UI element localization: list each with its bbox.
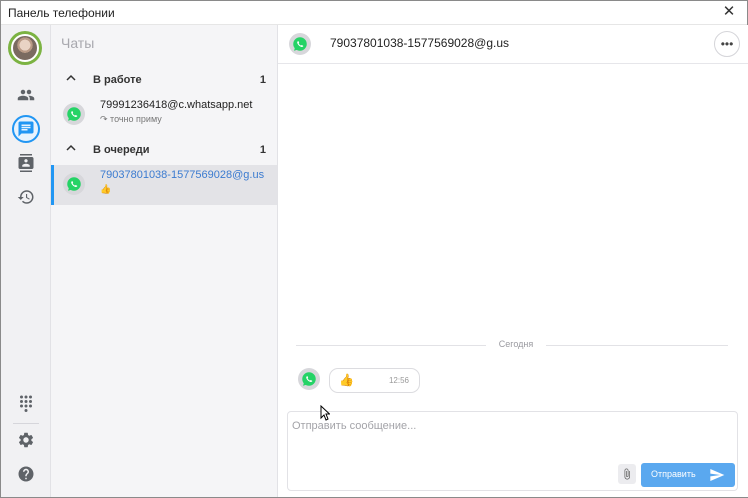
history-button[interactable] <box>12 183 40 211</box>
close-button[interactable]: ✕ <box>721 4 737 20</box>
more-options-button[interactable]: ••• <box>714 31 740 57</box>
app-window: Панель телефонии ✕ Чаты В работе 1 79991… <box>0 0 748 498</box>
paperclip-icon <box>624 468 630 480</box>
address-book-button[interactable] <box>12 149 40 177</box>
chat-last-message: 👍 <box>100 184 112 194</box>
message-input-placeholder: Отправить сообщение... <box>292 420 417 432</box>
day-separator: Сегодня <box>296 338 728 352</box>
window-title: Панель телефонии <box>8 6 115 20</box>
chat-name: 79991236418@c.whatsapp.net <box>100 99 253 111</box>
conversation-title: 79037801038-1577569028@g.us <box>330 36 510 50</box>
group-count: 1 <box>259 144 266 156</box>
dialpad-button[interactable] <box>12 389 40 417</box>
chat-name: 79037801038-1577569028@g.us <box>100 169 265 181</box>
contact-card-icon <box>18 154 34 172</box>
chat-icon <box>18 121 34 137</box>
whatsapp-icon <box>63 173 85 195</box>
help-button[interactable] <box>12 460 40 488</box>
chats-panel: Чаты В работе 1 79991236418@c.whatsapp.n… <box>51 25 278 497</box>
message-bubble[interactable]: 👍 12:56 <box>329 368 420 393</box>
message-text: 👍 <box>339 373 354 387</box>
group-name: В работе <box>93 74 142 86</box>
user-avatar[interactable] <box>8 31 42 65</box>
group-count: 1 <box>259 74 266 86</box>
conversation-header: 79037801038-1577569028@g.us ••• <box>278 25 748 64</box>
history-icon <box>17 190 34 204</box>
chats-button[interactable] <box>12 115 40 143</box>
gear-icon <box>18 432 34 448</box>
mouse-cursor-icon <box>320 405 330 421</box>
separator-line <box>296 345 486 346</box>
nav-rail <box>1 25 51 497</box>
send-label: Отправить <box>651 469 696 479</box>
message-time: 12:56 <box>388 376 409 385</box>
help-icon <box>18 466 34 482</box>
separator-line <box>546 345 728 346</box>
chevron-up-icon <box>66 144 76 151</box>
whatsapp-icon <box>289 33 311 55</box>
group-queue[interactable]: В очереди 1 <box>51 141 278 161</box>
chat-last-message: ↷ точно приму <box>100 114 162 124</box>
title-bar: Панель телефонии ✕ <box>1 1 747 25</box>
chat-item[interactable]: 79991236418@c.whatsapp.net ↷ точно приму <box>51 95 277 135</box>
settings-button[interactable] <box>12 426 40 454</box>
day-label: Сегодня <box>498 339 534 349</box>
send-icon <box>710 469 725 481</box>
chats-title: Чаты <box>61 35 95 51</box>
attach-button[interactable] <box>618 464 636 484</box>
conversation-panel: 79037801038-1577569028@g.us ••• Сегодня … <box>278 25 748 497</box>
avatar-photo <box>11 34 39 62</box>
whatsapp-icon <box>298 368 320 390</box>
rail-divider <box>13 423 39 424</box>
whatsapp-icon <box>63 103 85 125</box>
group-in-work[interactable]: В работе 1 <box>51 71 278 91</box>
group-name: В очереди <box>93 144 150 156</box>
chat-item-selected[interactable]: 79037801038-1577569028@g.us 👍 <box>51 165 277 205</box>
people-icon <box>17 89 35 101</box>
chevron-up-icon <box>66 74 76 81</box>
dialpad-icon <box>20 395 32 412</box>
message-composer[interactable]: Отправить сообщение... Отправить <box>287 411 738 491</box>
contacts-button[interactable] <box>12 81 40 109</box>
send-button[interactable]: Отправить <box>641 463 735 487</box>
